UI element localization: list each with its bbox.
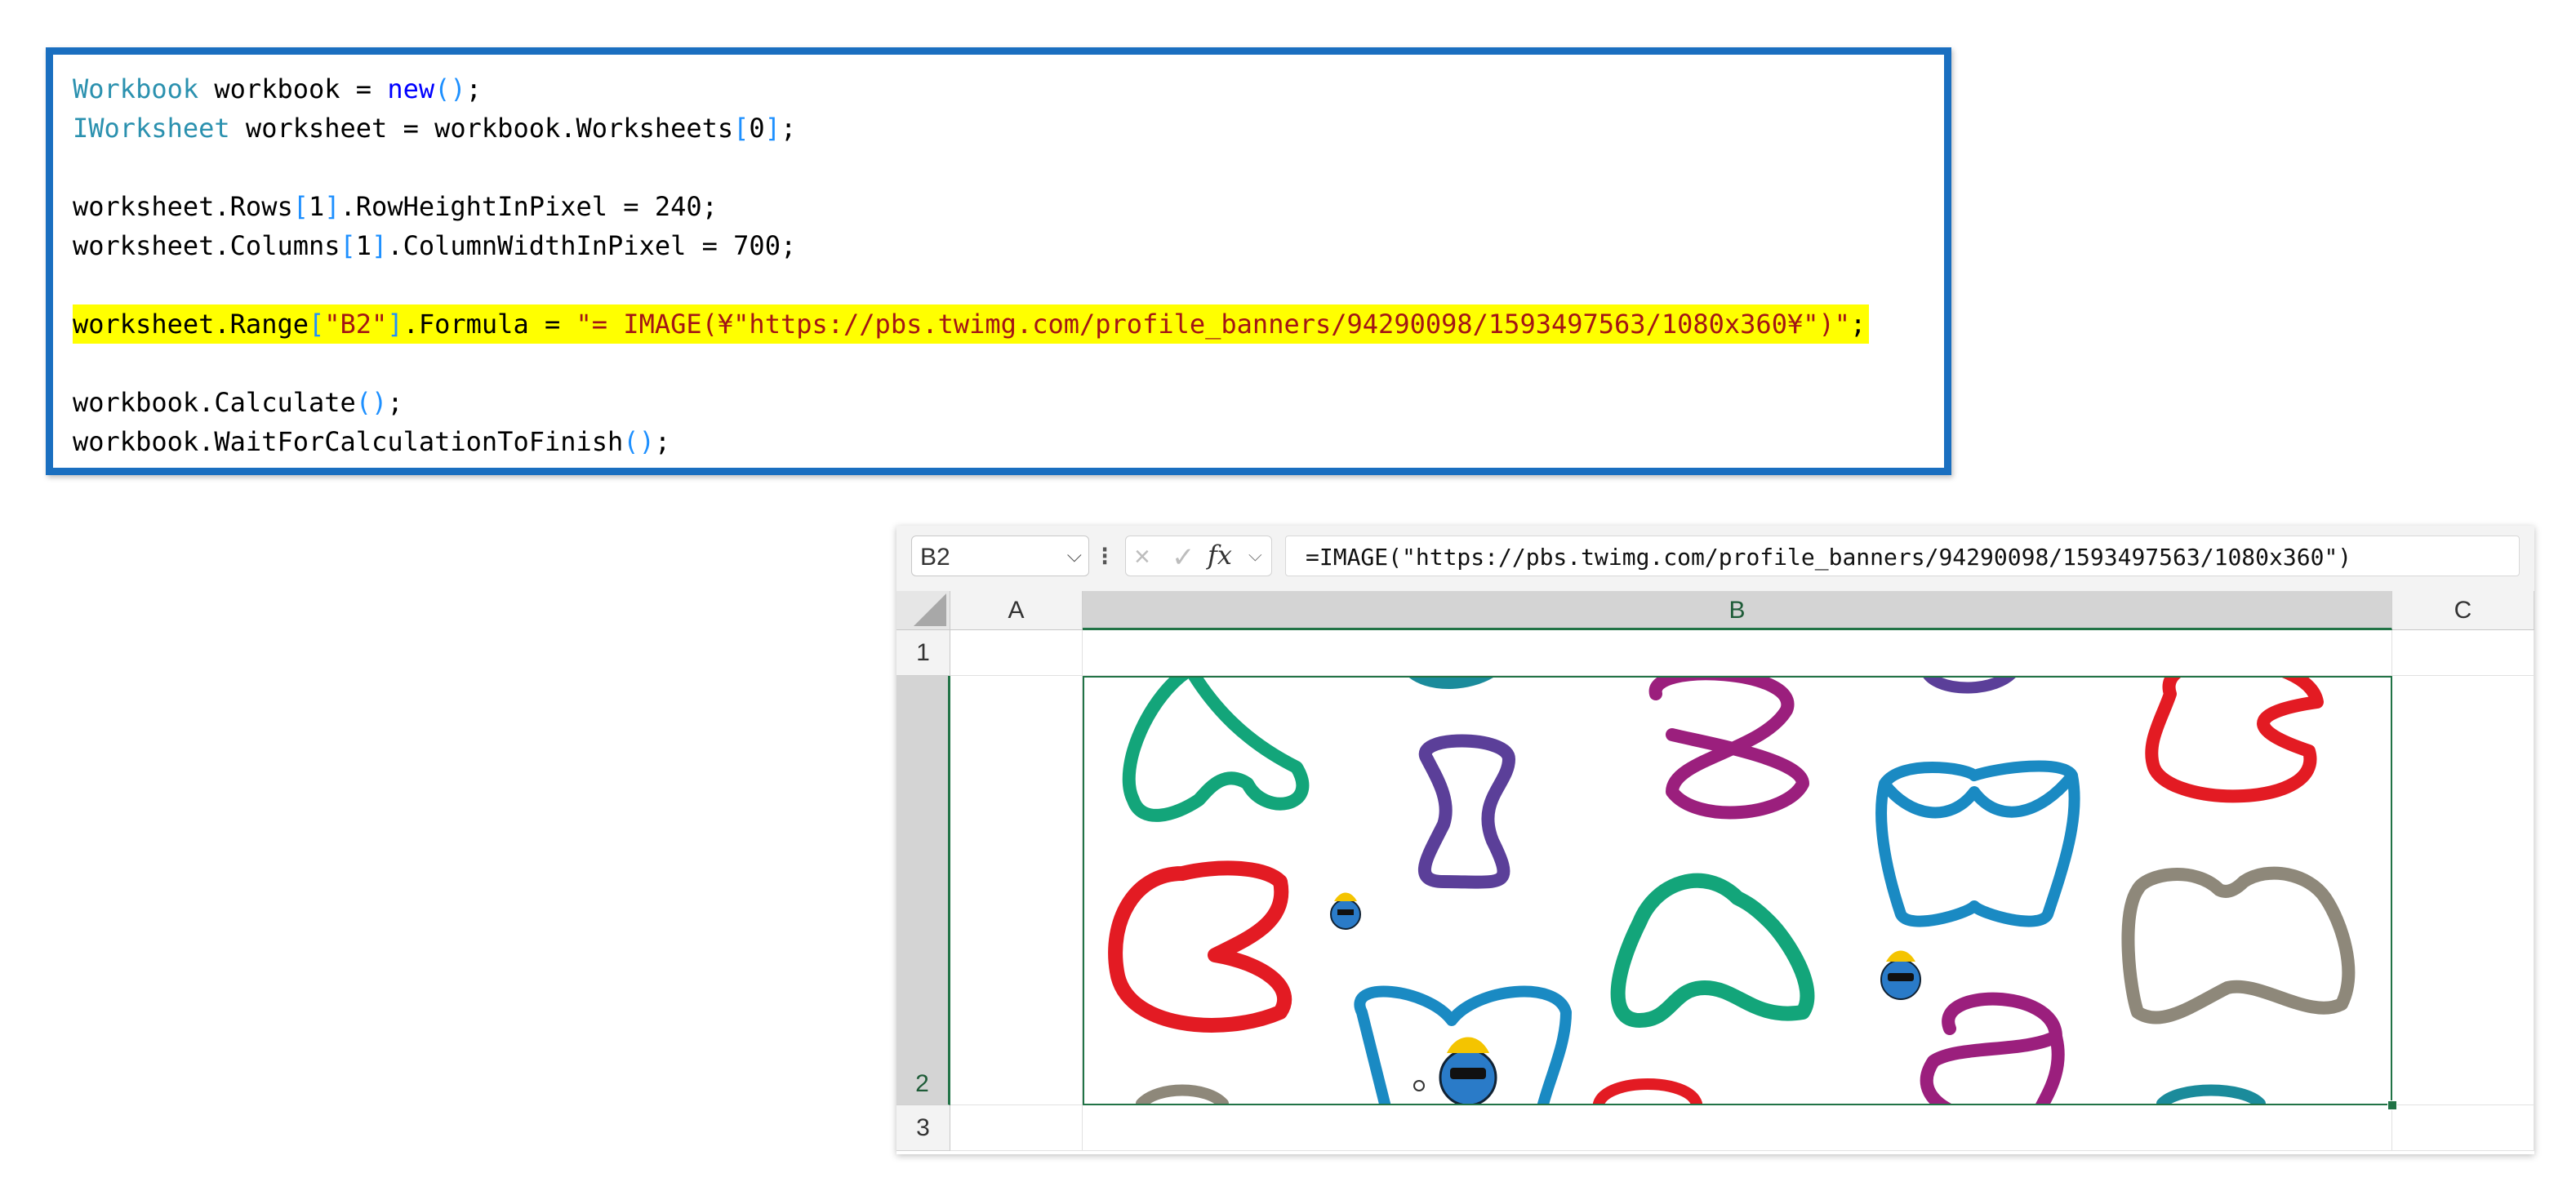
code-lines: Workbook workbook = new(); IWorksheet wor… — [73, 69, 1870, 461]
mascot-small — [1330, 892, 1361, 930]
code-line: workbook.WaitForCalculationToFinish(); — [73, 422, 1869, 461]
cancel-icon[interactable]: × — [1134, 541, 1150, 573]
cell-a3[interactable] — [950, 1105, 1083, 1151]
code-token: ] — [387, 309, 403, 340]
cell-c2[interactable] — [2392, 676, 2534, 1105]
cell-c3[interactable] — [2392, 1105, 2534, 1151]
code-token: .RowHeightInPixel = 240; — [340, 191, 718, 222]
code-line: Workbook workbook = new(); — [73, 69, 1869, 109]
code-token: ; — [780, 113, 797, 144]
code-line: workbook.Calculate(); — [73, 383, 1869, 422]
code-token: workbook = — [198, 73, 388, 104]
code-token: ; — [387, 387, 403, 418]
code-token: ] — [371, 230, 388, 261]
code-token: () — [434, 73, 466, 104]
code-token: ; — [1850, 309, 1866, 340]
code-token: ] — [324, 191, 340, 222]
row-header-1[interactable]: 1 — [896, 630, 950, 676]
column-header-a[interactable]: A — [950, 591, 1083, 630]
fill-handle[interactable] — [2387, 1100, 2397, 1110]
chevron-down-icon[interactable]: ⌵ — [1248, 544, 1262, 566]
code-line: worksheet.Range["B2"].Formula = "= IMAGE… — [73, 304, 1870, 344]
code-token: 1 — [355, 230, 372, 261]
code-token: 0 — [749, 113, 765, 144]
insert-function-icon[interactable]: fx — [1208, 540, 1232, 571]
code-token: worksheet.Rows — [73, 191, 293, 222]
code-token: ; — [465, 73, 482, 104]
row-header-3[interactable]: 3 — [896, 1105, 950, 1151]
formula-bar: B2 ⌵ ⁝ × ✓ fx ⌵ =IMAGE("https://pbs.twim… — [896, 526, 2534, 591]
banner-image — [1108, 678, 2356, 1104]
cell-b2-image[interactable] — [1083, 676, 2392, 1105]
code-token: ] — [764, 113, 781, 144]
chevron-down-icon[interactable]: ⌵ — [1067, 544, 1082, 567]
code-token: "B2" — [324, 309, 388, 340]
formula-input[interactable]: =IMAGE("https://pbs.twimg.com/profile_ba… — [1285, 536, 2520, 576]
code-line: worksheet.Rows[1].RowHeightInPixel = 240… — [73, 187, 1869, 226]
spreadsheet-window: B2 ⌵ ⁝ × ✓ fx ⌵ =IMAGE("https://pbs.twim… — [896, 526, 2534, 1154]
code-token: ; — [654, 426, 671, 457]
enter-icon[interactable]: ✓ — [1172, 541, 1195, 574]
cell-c1[interactable] — [2392, 630, 2534, 676]
mascot-medium — [1880, 950, 1921, 1000]
cell-b1[interactable] — [1083, 630, 2392, 676]
code-token: .Formula = — [403, 309, 576, 340]
name-box[interactable]: B2 ⌵ — [911, 536, 1089, 576]
code-line: worksheet.Columns[1].ColumnWidthInPixel … — [73, 226, 1869, 265]
select-all-button[interactable] — [896, 591, 950, 630]
code-token: worksheet = workbook.Worksheets — [229, 113, 734, 144]
cell-a2[interactable] — [950, 676, 1083, 1105]
code-snippet-panel: Workbook workbook = new(); IWorksheet wor… — [46, 47, 1951, 475]
cell-b3[interactable] — [1083, 1105, 2392, 1151]
cell-a1[interactable] — [950, 630, 1083, 676]
code-token: () — [623, 426, 655, 457]
code-token: [ — [292, 191, 309, 222]
code-token: workbook.Calculate — [73, 387, 356, 418]
code-token: "= IMAGE(¥"https://pbs.twimg.com/profile… — [576, 309, 1851, 340]
code-line: IWorksheet worksheet = workbook.Workshee… — [73, 109, 1869, 148]
code-token: .ColumnWidthInPixel = 700; — [387, 230, 797, 261]
mascot-large — [1413, 1037, 1497, 1104]
formula-tools: × ✓ fx ⌵ — [1125, 536, 1272, 576]
name-box-value: B2 — [920, 544, 950, 571]
code-token: [ — [308, 309, 325, 340]
code-token: 1 — [308, 191, 325, 222]
code-token: IWorksheet — [73, 113, 230, 144]
code-token: new — [387, 73, 435, 104]
code-token: () — [355, 387, 388, 418]
code-token: Workbook — [73, 73, 199, 104]
code-token: worksheet.Columns — [73, 230, 340, 261]
column-header-c[interactable]: C — [2392, 591, 2534, 630]
formula-text: =IMAGE("https://pbs.twimg.com/profile_ba… — [1306, 544, 2352, 571]
code-token: workbook.WaitForCalculationToFinish — [73, 426, 624, 457]
code-token: worksheet.Range — [73, 309, 309, 340]
column-header-b[interactable]: B — [1083, 591, 2392, 630]
row-header-2[interactable]: 2 — [896, 676, 950, 1105]
code-token: [ — [733, 113, 750, 144]
cell-grid: A B C 1 2 3 — [896, 591, 2534, 1154]
code-token: [ — [340, 230, 356, 261]
more-options-icon[interactable]: ⁝ — [1101, 540, 1109, 571]
